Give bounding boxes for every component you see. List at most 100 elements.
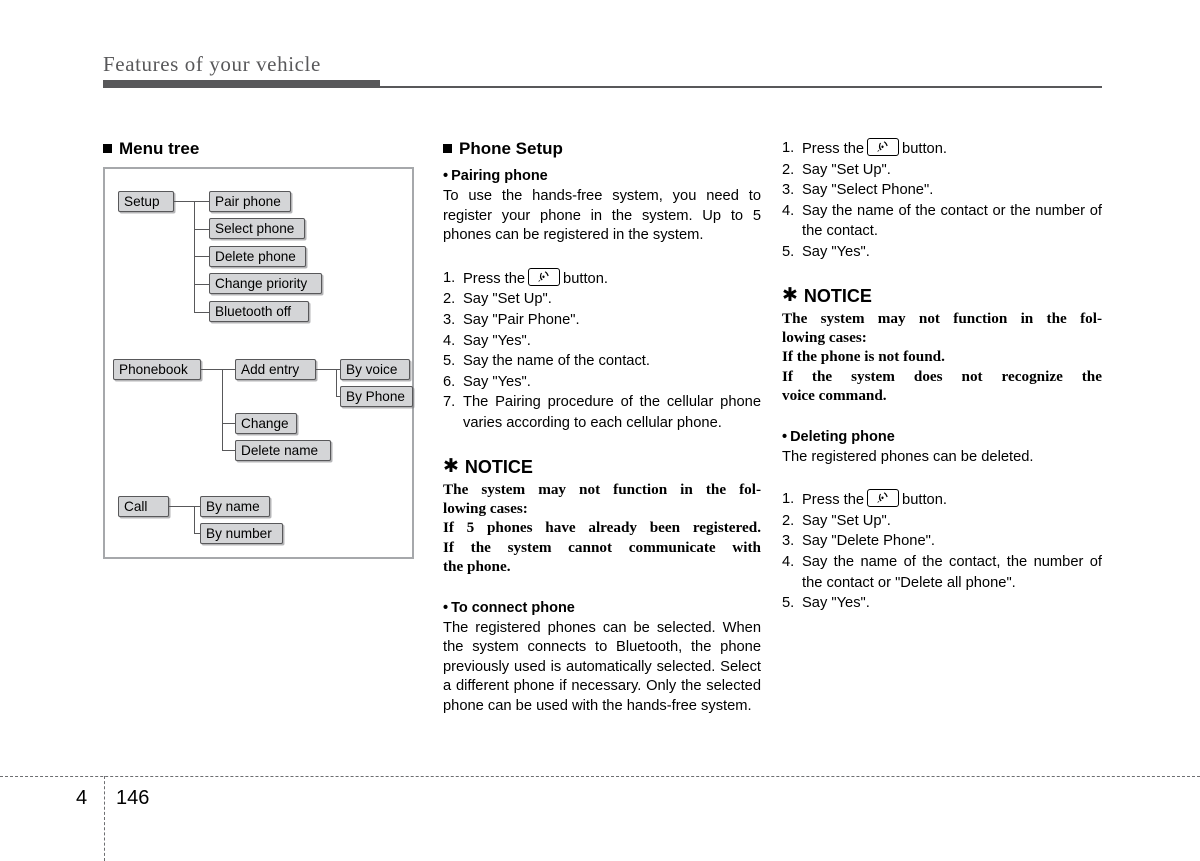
square-bullet-icon bbox=[103, 144, 112, 153]
asterisk-icon: ✱ bbox=[782, 284, 798, 307]
tree-node-by-phone[interactable]: By Phone bbox=[340, 386, 413, 407]
select-phone-steps: 1. Press the button. 2. Say "Set Up". 3. … bbox=[782, 138, 1102, 263]
step-text: Say "Yes". bbox=[802, 595, 870, 612]
tree-connector bbox=[194, 506, 196, 533]
tree-node-by-voice[interactable]: By voice bbox=[340, 359, 410, 380]
pairing-phone-steps: 1. Press the button. 2. Say "Set Up". 3. … bbox=[443, 267, 761, 434]
tree-node-delete-name[interactable]: Delete name bbox=[235, 440, 331, 461]
step-number: 4. bbox=[443, 332, 456, 349]
notice-line: If the system cannot communicate with bbox=[443, 538, 761, 556]
step-number: 6. bbox=[443, 373, 456, 390]
list-item: 3. Say "Select Phone". bbox=[782, 180, 1102, 201]
step-text: Say "Set Up". bbox=[802, 161, 891, 178]
connect-phone-subheading: • To connect phone bbox=[443, 599, 761, 618]
phone-button-icon bbox=[867, 138, 900, 156]
deleting-phone-subheading-label: Deleting phone bbox=[790, 428, 895, 445]
phone-button-icon bbox=[867, 489, 900, 508]
step-number: 1. bbox=[782, 140, 795, 156]
left-column: Menu tree Setup Pair phone Select phone … bbox=[103, 138, 418, 559]
tree-node-change-priority[interactable]: Change priority bbox=[209, 273, 322, 294]
step-text: Say "Pair Phone". bbox=[463, 311, 580, 328]
step-text-after: button. bbox=[902, 141, 947, 157]
step-text: Say "Yes". bbox=[802, 243, 870, 260]
pairing-phone-subheading: • Pairing phone bbox=[443, 167, 761, 186]
tree-connector bbox=[222, 369, 224, 450]
step-number: 2. bbox=[443, 291, 456, 308]
asterisk-icon: ✱ bbox=[443, 455, 459, 478]
notice-heading: ✱ NOTICE bbox=[443, 456, 761, 478]
list-item: 2. Say "Set Up". bbox=[782, 511, 1102, 532]
tree-node-change[interactable]: Change bbox=[235, 413, 297, 434]
square-bullet-icon bbox=[443, 144, 452, 153]
page-title: Features of your vehicle bbox=[103, 52, 321, 76]
menu-tree-heading-label: Menu tree bbox=[119, 139, 200, 158]
step-number: 4. bbox=[782, 553, 795, 570]
phone-button-icon bbox=[528, 267, 561, 286]
notice-title: NOTICE bbox=[464, 456, 533, 477]
step-text: The Pairing procedure of the cellular ph… bbox=[463, 394, 761, 431]
tree-node-bluetooth-off[interactable]: Bluetooth off bbox=[209, 301, 309, 322]
list-item: 5. Say "Yes". bbox=[782, 593, 1102, 614]
page-number: 146 bbox=[116, 787, 150, 809]
step-text: Press the button. bbox=[802, 138, 1102, 160]
tree-node-delete-phone[interactable]: Delete phone bbox=[209, 246, 306, 267]
tree-node-call[interactable]: Call bbox=[118, 496, 169, 517]
deleting-phone-subheading: • Deleting phone bbox=[782, 428, 1102, 447]
tree-node-setup[interactable]: Setup bbox=[118, 191, 174, 212]
notice-title: NOTICE bbox=[803, 285, 872, 306]
list-item: 2. Say "Set Up". bbox=[782, 160, 1102, 181]
step-text: Say "Yes". bbox=[463, 373, 531, 390]
notice-line: If 5 phones have already been registered… bbox=[443, 519, 761, 537]
step-number: 4. bbox=[782, 202, 795, 219]
bullet-dot-icon: • bbox=[443, 599, 449, 616]
list-item: 3. Say "Delete Phone". bbox=[782, 531, 1102, 552]
header-rule-thin bbox=[380, 86, 1102, 88]
header-rule-thick bbox=[103, 80, 380, 88]
list-item: 4. Say the name of the contact, the numb… bbox=[782, 552, 1102, 593]
connect-phone-body: The registered phones can be selected. W… bbox=[443, 619, 761, 714]
tree-node-pair-phone[interactable]: Pair phone bbox=[209, 191, 291, 212]
notice-line: The system may not function in the fol- bbox=[782, 309, 1102, 327]
list-item: 5. Say the name of the contact. bbox=[443, 351, 761, 372]
step-number: 1. bbox=[782, 491, 795, 508]
notice-line: voice command. bbox=[782, 387, 887, 405]
pairing-phone-body: To use the hands-free system, you need t… bbox=[443, 188, 761, 244]
bullet-dot-icon: • bbox=[443, 168, 449, 184]
step-text-before: Press the bbox=[802, 492, 865, 509]
step-text: Say "Yes". bbox=[463, 332, 531, 349]
footer-divider bbox=[0, 776, 1200, 777]
list-item: 3. Say "Pair Phone". bbox=[443, 310, 761, 331]
connect-phone-subheading-label: To connect phone bbox=[451, 599, 575, 616]
tree-node-select-phone[interactable]: Select phone bbox=[209, 218, 305, 239]
step-text: Press the button. bbox=[802, 489, 1102, 511]
list-item: 1. Press the button. bbox=[443, 267, 761, 290]
step-text: Say the name of the contact. bbox=[463, 353, 650, 370]
right-column: 1. Press the button. 2. Say "Set Up". 3. … bbox=[782, 138, 1102, 614]
step-number: 3. bbox=[443, 311, 456, 328]
step-text-after: button. bbox=[902, 492, 947, 509]
footer-vertical-divider bbox=[104, 776, 105, 861]
phone-setup-heading-label: Phone Setup bbox=[459, 139, 563, 158]
tree-node-phonebook[interactable]: Phonebook bbox=[113, 359, 201, 380]
list-item: 1. Press the button. bbox=[782, 138, 1102, 160]
tree-connector bbox=[336, 369, 338, 396]
step-number: 3. bbox=[782, 182, 795, 199]
step-number: 5. bbox=[782, 595, 795, 612]
list-item: 7. The Pairing procedure of the cellular… bbox=[443, 392, 761, 433]
page-header: Features of your vehicle bbox=[103, 52, 1103, 92]
tree-node-by-name[interactable]: By name bbox=[200, 496, 270, 517]
list-item: 6. Say "Yes". bbox=[443, 372, 761, 393]
step-text: Say "Select Phone". bbox=[802, 182, 934, 199]
header-divider bbox=[103, 80, 1103, 88]
tree-node-add-entry[interactable]: Add entry bbox=[235, 359, 316, 380]
tree-node-by-number[interactable]: By number bbox=[200, 523, 283, 544]
list-item: 4. Say "Yes". bbox=[443, 331, 761, 352]
step-number: 5. bbox=[443, 353, 456, 370]
tree-connector bbox=[169, 506, 195, 508]
step-number: 7. bbox=[443, 394, 456, 411]
notice-line: the phone. bbox=[443, 558, 511, 576]
notice-body: The system may not function in the fol- … bbox=[443, 480, 761, 577]
tree-connector bbox=[174, 201, 195, 203]
step-text: Say "Delete Phone". bbox=[802, 533, 935, 550]
chapter-number: 4 bbox=[76, 787, 88, 809]
